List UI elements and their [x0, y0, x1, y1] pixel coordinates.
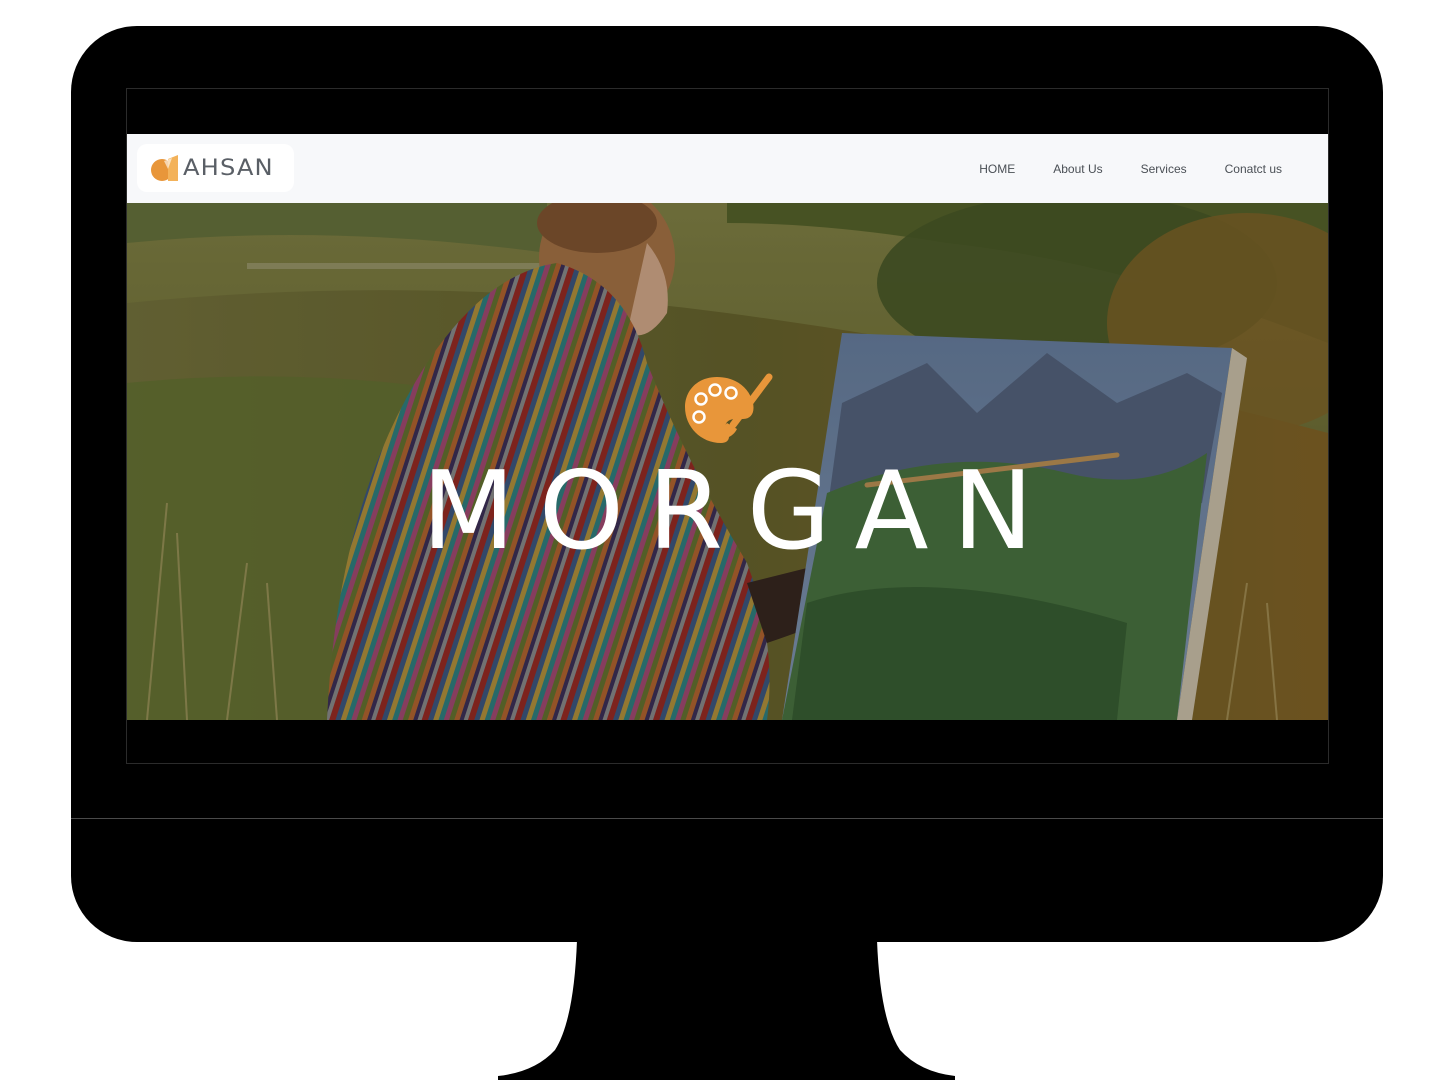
brand-logo-icon: [151, 155, 178, 181]
monitor-screen: AHSAN HOME About Us Services Conatct us: [126, 88, 1329, 764]
hero-title: MORGAN: [421, 449, 1058, 574]
nav-about-us[interactable]: About Us: [1053, 162, 1102, 176]
hero-section: MORGAN: [127, 203, 1328, 720]
navbar: AHSAN HOME About Us Services Conatct us: [127, 134, 1328, 203]
monitor-frame: AHSAN HOME About Us Services Conatct us: [71, 26, 1383, 942]
palette-brush-icon: [685, 373, 773, 443]
nav-contact-us[interactable]: Conatct us: [1225, 162, 1282, 176]
nav-home[interactable]: HOME: [979, 162, 1015, 176]
brand-name: AHSAN: [183, 156, 274, 181]
brand-logo[interactable]: AHSAN: [137, 144, 294, 192]
mockup-stage: AHSAN HOME About Us Services Conatct us: [0, 0, 1438, 1080]
nav-services[interactable]: Services: [1141, 162, 1187, 176]
website: AHSAN HOME About Us Services Conatct us: [127, 134, 1328, 720]
nav-links: HOME About Us Services Conatct us: [979, 134, 1282, 203]
chin-divider: [71, 818, 1383, 819]
